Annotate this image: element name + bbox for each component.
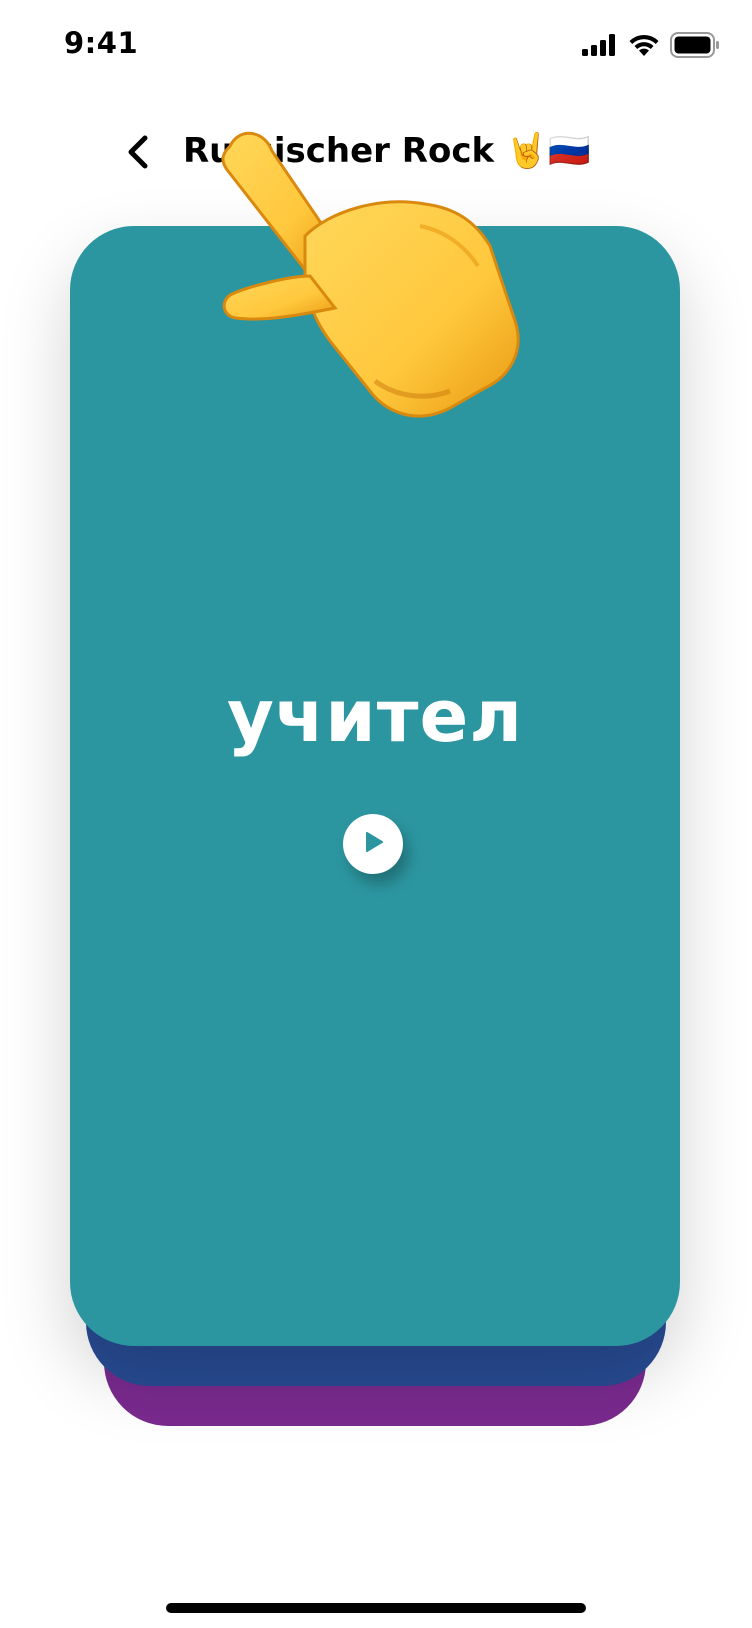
status-time: 9:41 <box>64 26 139 60</box>
flashcard-screen: 9:41 Russischer Rock 🤘🇷🇺 учител <box>0 0 752 1628</box>
flashcard-word: учител <box>226 674 524 758</box>
chevron-left-icon <box>125 135 151 173</box>
flashcard[interactable]: учител <box>70 226 680 1346</box>
back-button[interactable] <box>118 132 158 176</box>
page-title: Russischer Rock 🤘🇷🇺 <box>183 131 591 171</box>
cellular-signal-icon <box>582 34 618 56</box>
battery-icon <box>670 32 720 58</box>
home-indicator[interactable] <box>166 1603 586 1613</box>
play-audio-button[interactable] <box>343 814 403 874</box>
status-icons <box>582 32 720 58</box>
play-icon <box>360 829 386 859</box>
wifi-icon <box>628 33 660 57</box>
